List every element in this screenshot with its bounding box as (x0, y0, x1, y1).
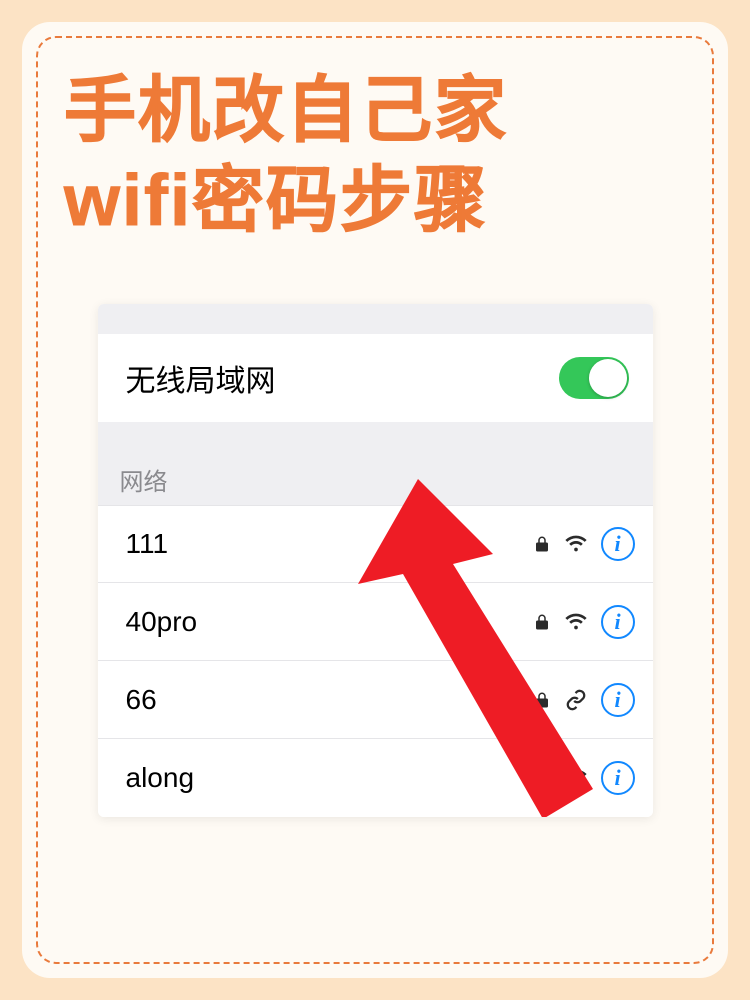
title-line-1: 手机改自己家 (64, 71, 508, 151)
wifi-icon (563, 767, 589, 789)
row-icons: i (533, 605, 635, 639)
info-button[interactable]: i (601, 527, 635, 561)
poster-frame: 手机改自己家 wifi密码步骤 无线局域网 网络 111 i (22, 22, 728, 978)
wifi-icon (563, 533, 589, 555)
link-icon (563, 689, 589, 711)
network-name: 111 (126, 528, 533, 560)
networks-section-header: 网络 (98, 422, 653, 505)
row-icons: i (533, 527, 635, 561)
wifi-icon (563, 611, 589, 633)
title-line-2: wifi密码步骤 (64, 161, 488, 241)
info-button[interactable]: i (601, 761, 635, 795)
lock-icon (533, 689, 551, 711)
network-row[interactable]: 66 i (98, 661, 653, 739)
lock-icon (533, 533, 551, 555)
dashed-border: 手机改自己家 wifi密码步骤 无线局域网 网络 111 i (36, 36, 714, 964)
network-list: 111 i 40pro i 66 (98, 505, 653, 817)
wifi-toggle-row[interactable]: 无线局域网 (98, 334, 653, 422)
wifi-toggle-switch[interactable] (559, 357, 629, 399)
page-title: 手机改自己家 wifi密码步骤 (64, 66, 692, 246)
row-icons: i (533, 683, 635, 717)
wifi-settings-card: 无线局域网 网络 111 i 40pro (98, 304, 653, 817)
wifi-toggle-label: 无线局域网 (126, 356, 276, 400)
network-name: along (126, 762, 533, 794)
network-name: 66 (126, 684, 533, 716)
switch-knob (589, 359, 627, 397)
card-top-gap (98, 304, 653, 334)
row-icons: i (533, 761, 635, 795)
network-row[interactable]: 111 i (98, 505, 653, 583)
lock-icon (533, 611, 551, 633)
info-button[interactable]: i (601, 683, 635, 717)
network-name: 40pro (126, 606, 533, 638)
network-row[interactable]: along i (98, 739, 653, 817)
network-row[interactable]: 40pro i (98, 583, 653, 661)
info-button[interactable]: i (601, 605, 635, 639)
lock-icon (533, 767, 551, 789)
